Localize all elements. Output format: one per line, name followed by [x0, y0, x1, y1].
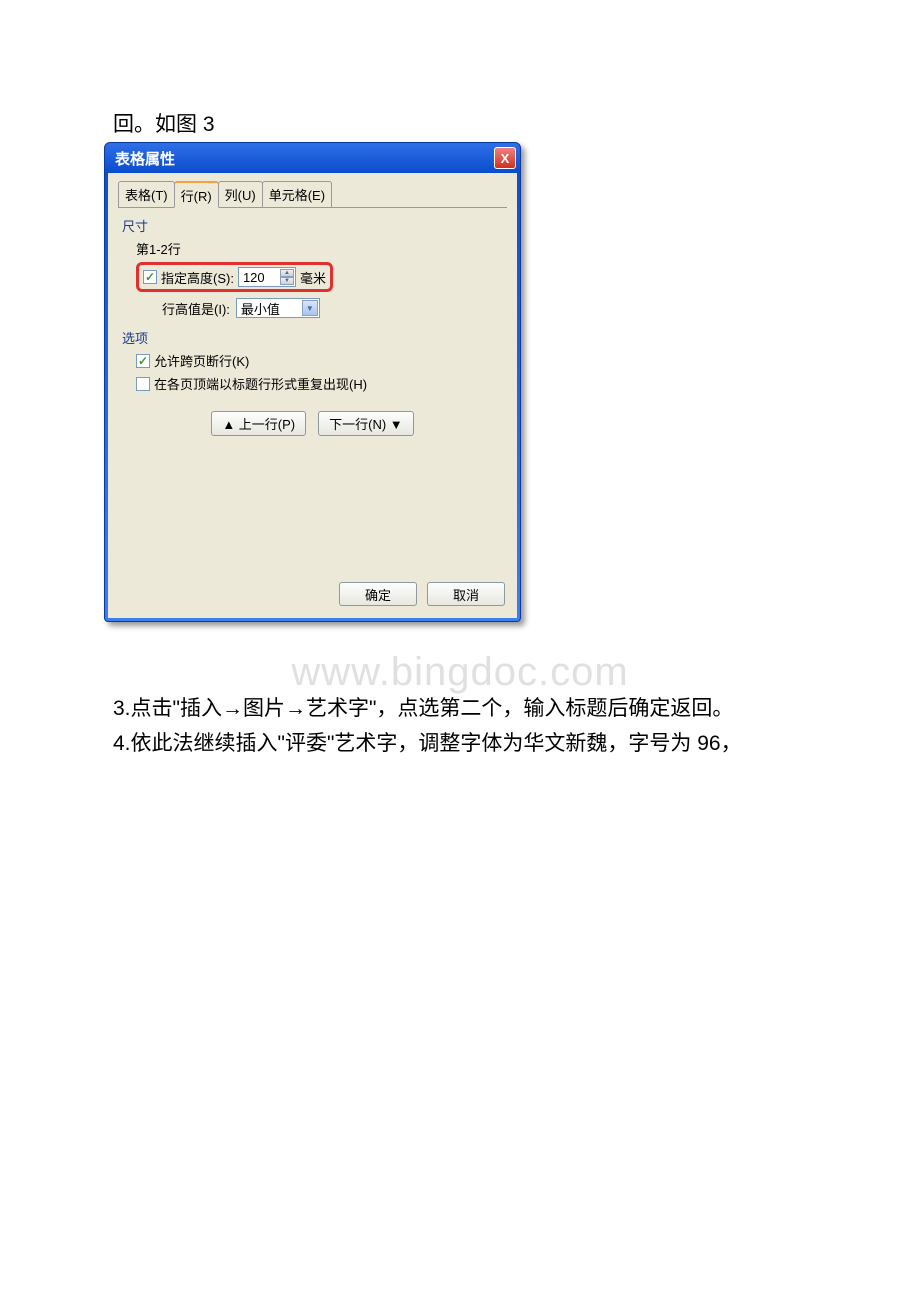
body-text-1: 回。如图 3: [113, 108, 215, 142]
spinner-arrows[interactable]: ▲ ▼: [280, 269, 294, 285]
row-height-value: 最小值: [241, 299, 280, 318]
body-text-3: 4.依此法继续插入"评委"艺术字，调整字体为华文新魏，字号为 96，: [113, 727, 813, 761]
tab-table[interactable]: 表格(T): [118, 181, 175, 207]
tab-column[interactable]: 列(U): [218, 181, 263, 207]
height-unit: 毫米: [300, 268, 326, 287]
row-height-is-label: 行高值是(I):: [162, 299, 230, 318]
row-height-dropdown[interactable]: 最小值 ▼: [236, 298, 320, 318]
chevron-down-icon: ▼: [302, 300, 318, 316]
tab-strip: 表格(T) 行(R) 列(U) 单元格(E): [118, 181, 507, 208]
repeat-header-label: 在各页顶端以标题行形式重复出现(H): [154, 374, 367, 393]
size-group-label: 尺寸: [122, 216, 503, 235]
tab-row[interactable]: 行(R): [174, 181, 219, 208]
close-icon: X: [501, 151, 510, 166]
nav-row: ▲ 上一行(P) 下一行(N) ▼: [122, 411, 503, 436]
titlebar: 表格属性 X: [105, 143, 520, 173]
specify-height-checkbox[interactable]: [143, 270, 157, 284]
options-group: 选项 允许跨页断行(K) 在各页顶端以标题行形式重复出现(H): [122, 328, 503, 393]
dialog-buttons: 确定 取消: [339, 582, 505, 606]
repeat-header-checkbox[interactable]: [136, 377, 150, 391]
dialog-table-properties: 表格属性 X 表格(T) 行(R) 列(U) 单元格(E) 尺寸 第1-2行 指…: [104, 142, 521, 622]
tab-cell[interactable]: 单元格(E): [262, 181, 332, 207]
specify-height-label: 指定高度(S):: [161, 268, 234, 287]
cancel-button[interactable]: 取消: [427, 582, 505, 606]
repeat-header-row: 在各页顶端以标题行形式重复出现(H): [136, 374, 503, 393]
dialog-body: 表格(T) 行(R) 列(U) 单元格(E) 尺寸 第1-2行 指定高度(S):…: [108, 173, 517, 618]
prev-row-button[interactable]: ▲ 上一行(P): [211, 411, 306, 436]
allow-break-label: 允许跨页断行(K): [154, 351, 249, 370]
spinner-up-icon[interactable]: ▲: [280, 269, 294, 277]
allow-break-row: 允许跨页断行(K): [136, 351, 503, 370]
height-value: 120: [243, 270, 265, 285]
tab-content-row: 尺寸 第1-2行 指定高度(S): 120 ▲ ▼ 毫米 行高值是(I): 最小…: [118, 208, 507, 444]
next-row-button[interactable]: 下一行(N) ▼: [318, 411, 414, 436]
ok-button[interactable]: 确定: [339, 582, 417, 606]
close-button[interactable]: X: [494, 147, 516, 169]
allow-break-checkbox[interactable]: [136, 354, 150, 368]
options-group-label: 选项: [122, 328, 503, 347]
row-range-label: 第1-2行: [136, 239, 503, 258]
dialog-title: 表格属性: [115, 148, 494, 169]
height-input[interactable]: 120 ▲ ▼: [238, 267, 296, 287]
watermark: www.bingdoc.com: [0, 650, 920, 695]
specify-height-row: 指定高度(S): 120 ▲ ▼ 毫米: [136, 262, 333, 292]
body-text-2: 3.点击"插入→图片→艺术字"，点选第二个，输入标题后确定返回。: [113, 692, 813, 726]
spinner-down-icon[interactable]: ▼: [280, 277, 294, 285]
row-height-is-row: 行高值是(I): 最小值 ▼: [162, 298, 503, 318]
